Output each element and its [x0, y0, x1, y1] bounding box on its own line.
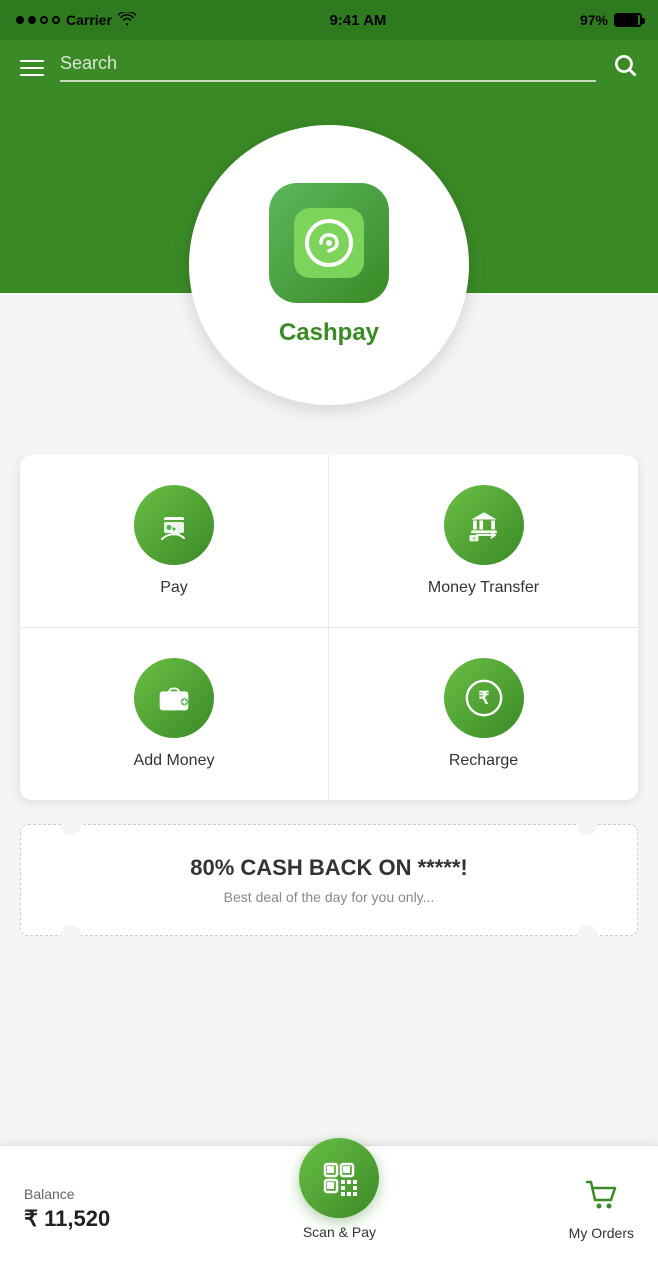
promo-title: 80% CASH BACK ON *****! — [41, 855, 617, 881]
transfer-icon: ₹ — [464, 505, 504, 545]
battery-fill — [616, 15, 638, 25]
hero-circle: Cashpay — [189, 125, 469, 405]
pay-icon-circle — [134, 485, 214, 565]
status-bar: Carrier 9:41 AM 97% — [0, 0, 658, 40]
service-pay[interactable]: Pay — [20, 455, 329, 628]
svg-text:₹: ₹ — [472, 536, 475, 541]
money-transfer-label: Money Transfer — [428, 579, 539, 597]
svg-text:₹: ₹ — [478, 688, 489, 708]
search-bar — [0, 40, 658, 95]
balance-section: Balance ₹ 11,520 — [24, 1186, 110, 1232]
wifi-icon — [118, 12, 136, 29]
battery-percent: 97% — [580, 12, 608, 28]
cart-icon — [583, 1178, 619, 1219]
scan-circle — [299, 1138, 379, 1218]
dot-2 — [28, 16, 36, 24]
pay-icon — [154, 505, 194, 545]
notch-top-left — [61, 815, 81, 835]
wallet-icon — [154, 678, 194, 718]
dot-4 — [52, 16, 60, 24]
menu-button[interactable] — [20, 60, 44, 76]
service-add-money[interactable]: Add Money — [20, 628, 329, 800]
rupee-icon-circle: ₹ — [444, 658, 524, 738]
carrier-label: Carrier — [66, 12, 112, 28]
status-right: 97% — [580, 12, 642, 28]
wallet-icon-circle — [134, 658, 214, 738]
promo-banner[interactable]: 80% CASH BACK ON *****! Best deal of the… — [20, 824, 638, 936]
status-left: Carrier — [16, 12, 136, 29]
qr-scan-icon — [317, 1156, 361, 1200]
hamburger-line-1 — [20, 60, 44, 62]
bottom-bar: Balance ₹ 11,520 — [0, 1145, 658, 1280]
dot-3 — [40, 16, 48, 24]
pay-label: Pay — [160, 579, 188, 597]
promo-subtitle: Best deal of the day for you only... — [41, 889, 617, 905]
search-input-wrapper[interactable] — [60, 53, 596, 82]
app-logo-icon — [294, 208, 364, 278]
notch-top-right — [577, 815, 597, 835]
balance-label: Balance — [24, 1186, 110, 1202]
hamburger-line-2 — [20, 67, 44, 69]
app-logo — [269, 183, 389, 303]
status-time: 9:41 AM — [329, 12, 386, 29]
notch-bottom-right — [577, 925, 597, 945]
search-icon[interactable] — [612, 52, 638, 83]
services-card: Pay ₹ Money Tra — [20, 455, 638, 800]
scan-label: Scan & Pay — [303, 1224, 376, 1240]
my-orders-section[interactable]: My Orders — [569, 1178, 634, 1241]
notch-bottom-left — [61, 925, 81, 945]
scan-pay-button[interactable]: Scan & Pay — [299, 1138, 379, 1240]
rupee-icon: ₹ — [464, 678, 504, 718]
balance-amount: ₹ 11,520 — [24, 1206, 110, 1232]
service-money-transfer[interactable]: ₹ Money Transfer — [329, 455, 638, 628]
dot-1 — [16, 16, 24, 24]
signal-dots — [16, 16, 60, 24]
orders-label: My Orders — [569, 1225, 634, 1241]
search-input[interactable] — [60, 53, 596, 74]
hamburger-line-3 — [20, 74, 44, 76]
recharge-label: Recharge — [449, 752, 518, 770]
service-recharge[interactable]: ₹ Recharge — [329, 628, 638, 800]
transfer-icon-circle: ₹ — [444, 485, 524, 565]
services-grid: Pay ₹ Money Tra — [20, 455, 638, 800]
battery-icon — [614, 13, 642, 27]
app-name-label: Cashpay — [279, 319, 379, 347]
hero-section: Cashpay — [0, 95, 658, 455]
add-money-label: Add Money — [134, 752, 215, 770]
